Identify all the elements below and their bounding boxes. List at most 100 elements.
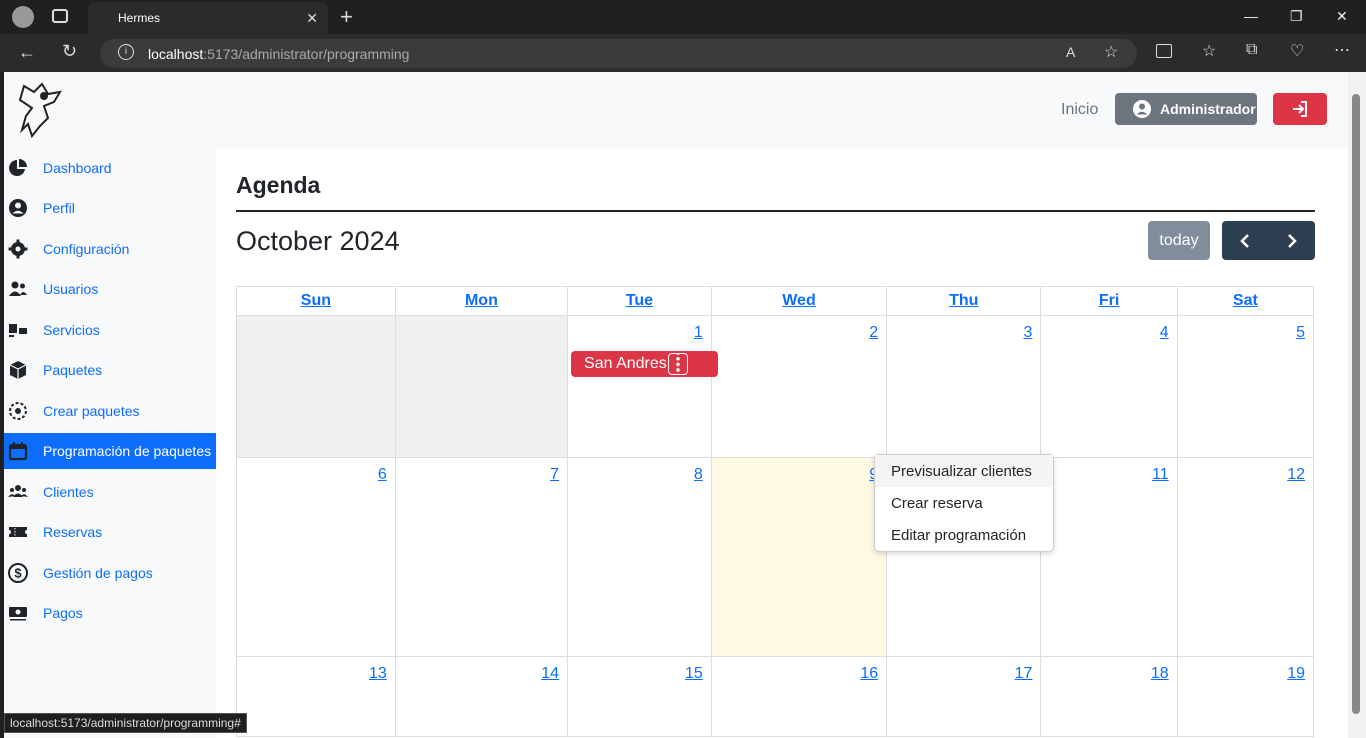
sidebar-item-label: Configuración xyxy=(43,241,130,257)
day-cell-empty[interactable] xyxy=(236,315,396,458)
weekday-mon[interactable]: Mon xyxy=(394,286,569,316)
day-number[interactable]: 6 xyxy=(378,458,395,484)
today-button[interactable]: today xyxy=(1148,221,1210,260)
restore-icon[interactable]: ❐ xyxy=(1290,8,1303,25)
day-cell-empty[interactable] xyxy=(394,315,569,458)
menu-item-preview-clients[interactable]: Previsualizar clientes xyxy=(875,455,1053,487)
weekday-wed[interactable]: Wed xyxy=(710,286,888,316)
sidebar-item-label: Gestión de pagos xyxy=(43,565,153,581)
day-number[interactable]: 15 xyxy=(685,657,711,683)
day-cell-12[interactable]: 12 xyxy=(1176,457,1315,657)
browser-tab[interactable]: Hermes ✕ xyxy=(88,2,328,34)
site-info-icon[interactable]: i xyxy=(118,44,134,60)
app-viewport: Inicio Administrador Dashboard Perfil Conf… xyxy=(4,72,1348,738)
day-number[interactable]: 12 xyxy=(1287,458,1313,484)
minimize-icon[interactable]: — xyxy=(1244,8,1258,24)
favorite-star-icon[interactable]: ☆ xyxy=(1104,42,1118,62)
day-cell-4[interactable]: 4 xyxy=(1040,315,1178,458)
prev-month-button[interactable] xyxy=(1222,221,1268,260)
sidebar-item-gestión-de-pagos[interactable]: $ Gestión de pagos xyxy=(4,555,216,591)
tab-actions-icon[interactable] xyxy=(52,9,68,23)
sidebar-item-label: Reservas xyxy=(43,524,103,540)
chevron-right-icon xyxy=(1288,233,1297,248)
read-aloud-icon[interactable]: A xyxy=(1066,44,1075,60)
day-cell-15[interactable]: 15 xyxy=(567,656,712,737)
sidebar-item-perfil[interactable]: Perfil xyxy=(4,190,216,226)
event-context-menu: Previsualizar clientes Crear reserva Edi… xyxy=(874,454,1054,552)
day-number[interactable]: 4 xyxy=(1160,316,1177,342)
day-number[interactable]: 16 xyxy=(860,657,886,683)
svg-text:$: $ xyxy=(14,566,22,581)
split-screen-icon[interactable] xyxy=(1156,44,1172,58)
reload-icon[interactable]: ↻ xyxy=(62,41,77,62)
weekday-sun[interactable]: Sun xyxy=(236,286,396,316)
sidebar-item-paquetes[interactable]: Paquetes xyxy=(4,352,216,388)
menu-item-create-booking[interactable]: Crear reserva xyxy=(875,487,1053,519)
sidebar-item-configuración[interactable]: Configuración xyxy=(4,231,216,267)
menu-item-edit-programming[interactable]: Editar programación xyxy=(875,519,1053,551)
day-cell-9[interactable]: 9 xyxy=(710,457,888,657)
next-month-button[interactable] xyxy=(1269,221,1315,260)
clients-icon xyxy=(8,485,28,497)
day-cell-3[interactable]: 3 xyxy=(886,315,1042,458)
logout-button[interactable] xyxy=(1273,93,1327,125)
weekday-fri[interactable]: Fri xyxy=(1040,286,1178,316)
administrator-button[interactable]: Administrador xyxy=(1115,93,1257,125)
favorites-icon[interactable]: ☆ xyxy=(1202,41,1216,61)
dollar-circle-icon: $ xyxy=(8,563,28,583)
more-vertical-icon[interactable] xyxy=(667,353,688,375)
day-number[interactable]: 7 xyxy=(550,458,567,484)
day-cell-7[interactable]: 7 xyxy=(394,457,569,657)
day-number[interactable]: 19 xyxy=(1287,657,1313,683)
scrollbar-thumb[interactable] xyxy=(1352,94,1360,714)
day-cell-5[interactable]: 5 xyxy=(1176,315,1315,458)
day-cell-19[interactable]: 19 xyxy=(1176,656,1315,737)
sidebar-item-dashboard[interactable]: Dashboard xyxy=(4,150,216,186)
sidebar-item-reservas[interactable]: Reservas xyxy=(4,514,216,550)
day-number[interactable]: 2 xyxy=(869,316,886,342)
day-number[interactable]: 18 xyxy=(1151,657,1177,683)
day-cell-14[interactable]: 14 xyxy=(394,656,569,737)
sidebar-item-crear-paquetes[interactable]: Crear paquetes xyxy=(4,393,216,429)
day-cell-18[interactable]: 18 xyxy=(1040,656,1178,737)
sidebar-item-servicios[interactable]: Servicios xyxy=(4,312,216,348)
inicio-link[interactable]: Inicio xyxy=(1061,101,1098,119)
more-options-icon[interactable]: ⋯ xyxy=(1334,40,1350,60)
day-cell-1[interactable]: 1 San Andres xyxy=(567,315,719,458)
close-tab-icon[interactable]: ✕ xyxy=(306,10,318,27)
close-window-icon[interactable]: ✕ xyxy=(1336,8,1348,25)
sidebar-item-clientes[interactable]: Clientes xyxy=(4,474,216,510)
weekday-tue[interactable]: Tue xyxy=(567,286,712,316)
collections-icon[interactable]: ⧉ xyxy=(1246,41,1257,59)
day-number[interactable]: 8 xyxy=(694,458,711,484)
day-number[interactable]: 13 xyxy=(369,657,395,683)
health-icon[interactable]: ♡ xyxy=(1290,41,1304,61)
back-icon[interactable]: ← xyxy=(18,42,36,63)
calendar-icon xyxy=(8,442,28,461)
page-scrollbar[interactable] xyxy=(1348,72,1366,738)
day-cell-17[interactable]: 17 xyxy=(886,656,1042,737)
day-cell-16[interactable]: 16 xyxy=(710,656,888,737)
day-number[interactable]: 5 xyxy=(1296,316,1313,342)
url-path: :5173/administrator/programming xyxy=(203,45,410,62)
day-number[interactable]: 3 xyxy=(1024,316,1041,342)
weekday-sat[interactable]: Sat xyxy=(1176,286,1315,316)
day-number[interactable]: 17 xyxy=(1015,657,1041,683)
day-number[interactable]: 14 xyxy=(541,657,567,683)
day-number[interactable]: 11 xyxy=(1152,458,1177,484)
sidebar-item-programación-de-paquetes[interactable]: Programación de paquetes xyxy=(4,433,216,469)
event-san-andres[interactable]: San Andres xyxy=(571,351,719,377)
day-cell-8[interactable]: 8 xyxy=(567,457,712,657)
sidebar-item-usuarios[interactable]: Usuarios xyxy=(4,271,216,307)
profile-avatar-icon[interactable] xyxy=(12,6,34,28)
day-cell-13[interactable]: 13 xyxy=(236,656,396,737)
day-number[interactable]: 1 xyxy=(694,316,711,342)
day-cell-2[interactable]: 2 xyxy=(710,315,888,458)
address-bar[interactable]: i localhost:5173/administrator/programmi… xyxy=(100,39,1137,68)
day-cell-11[interactable]: 11 xyxy=(1040,457,1178,657)
sidebar-item-pagos[interactable]: Pagos xyxy=(4,595,216,631)
new-tab-icon[interactable]: + xyxy=(340,4,353,30)
hermes-logo[interactable] xyxy=(14,78,66,138)
day-cell-6[interactable]: 6 xyxy=(236,457,396,657)
weekday-thu[interactable]: Thu xyxy=(886,286,1042,316)
